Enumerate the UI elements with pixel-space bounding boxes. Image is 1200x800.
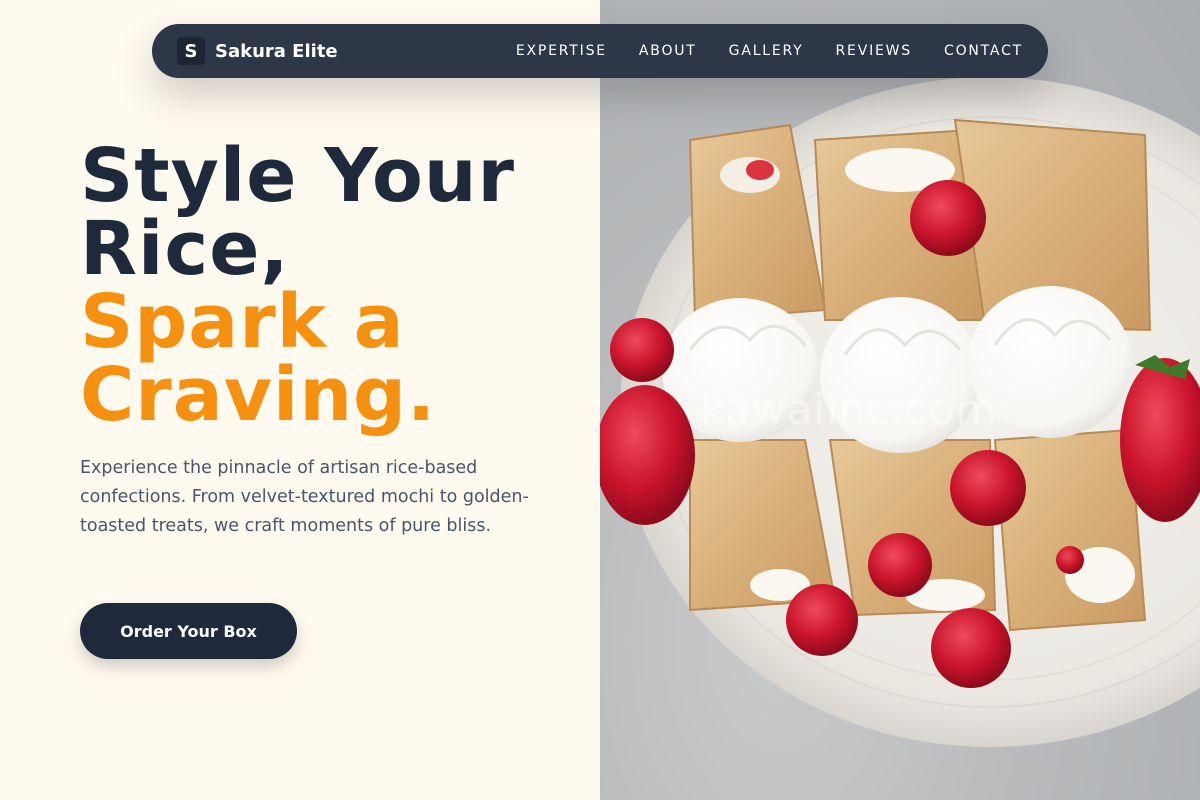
brand-name: Sakura Elite: [215, 40, 338, 62]
nav-link-contact[interactable]: CONTACT: [944, 43, 1023, 59]
nav-link-about[interactable]: ABOUT: [639, 43, 697, 59]
top-navbar: S Sakura Elite EXPERTISE ABOUT GALLERY R…: [152, 24, 1048, 78]
nav-link-reviews[interactable]: REVIEWS: [836, 43, 912, 59]
hero-headline: Style Your Rice, Spark a Craving.: [80, 133, 516, 438]
order-box-button[interactable]: Order Your Box: [80, 603, 297, 659]
nav-link-gallery[interactable]: GALLERY: [729, 43, 804, 59]
brand-logo[interactable]: S Sakura Elite: [177, 37, 338, 65]
headline-line-2: Rice,: [80, 206, 290, 292]
headline-line-1: Style Your: [80, 133, 516, 219]
headline-accent-line-2: Craving.: [80, 352, 437, 438]
nav-link-expertise[interactable]: EXPERTISE: [516, 43, 607, 59]
image-watermark: kawaiinc.com: [700, 385, 998, 434]
headline-accent-line-1: Spark a: [80, 279, 405, 365]
nav-links: EXPERTISE ABOUT GALLERY REVIEWS CONTACT: [484, 43, 1023, 59]
hero-description: Experience the pinnacle of artisan rice-…: [80, 458, 529, 536]
logo-mark-icon: S: [177, 37, 205, 65]
